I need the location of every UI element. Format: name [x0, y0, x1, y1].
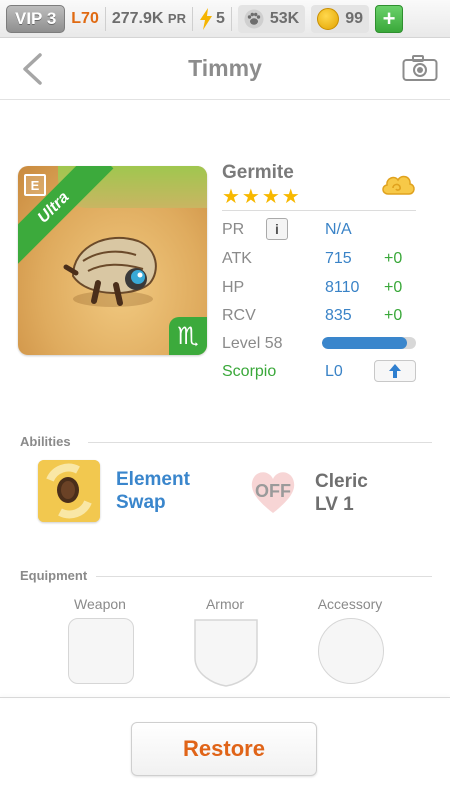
- accessory-slot[interactable]: [318, 618, 384, 684]
- coin-counter[interactable]: 99: [311, 4, 370, 33]
- divider: [230, 6, 232, 31]
- restore-button[interactable]: Restore: [131, 722, 317, 776]
- player-level: L70: [71, 9, 99, 27]
- armor-slot[interactable]: [193, 618, 259, 688]
- vip-badge[interactable]: VIP 3: [6, 4, 66, 33]
- paw-icon: [244, 9, 264, 28]
- rcv-row: RCV 835 +0: [222, 307, 402, 325]
- weapon-label: Weapon: [74, 596, 126, 612]
- coin-icon: [317, 7, 340, 30]
- monster-image: [63, 236, 157, 307]
- off-label: OFF: [255, 480, 291, 501]
- zodiac-name: Scorpio: [222, 363, 277, 380]
- monster-name: Germite: [222, 162, 294, 183]
- arrow-up-icon: [389, 364, 401, 378]
- pr-value: 277.9K: [111, 9, 164, 27]
- armor-label: Armor: [205, 596, 245, 612]
- add-currency-button[interactable]: +: [375, 4, 404, 33]
- level-label: Level 58: [222, 335, 283, 352]
- ability-level: LV 1: [315, 494, 354, 515]
- zodiac-upgrade-button[interactable]: [374, 360, 416, 382]
- element-cloud-icon: [382, 175, 415, 195]
- divider: [222, 210, 416, 211]
- divider: [104, 6, 106, 31]
- pr-label: PR: [222, 221, 245, 238]
- divider: [96, 576, 432, 577]
- cleric-ability-icon[interactable]: OFF: [244, 460, 302, 522]
- element-swap-icon[interactable]: [38, 460, 100, 522]
- hp-row: HP 8110 +0: [222, 279, 402, 297]
- level-progress-bar: [322, 337, 416, 349]
- divider: [0, 697, 450, 698]
- level-row: Level 58: [222, 335, 283, 353]
- ability-cleric[interactable]: Cleric LV 1: [315, 470, 368, 516]
- pr-row: PR i N/A: [222, 218, 352, 240]
- info-button[interactable]: i: [266, 218, 288, 240]
- energy-value: 5: [215, 9, 225, 27]
- ability-name-line2: Swap: [116, 492, 166, 513]
- atk-row: ATK 715 +0: [222, 250, 402, 268]
- hp-label: HP: [222, 279, 245, 296]
- camera-icon[interactable]: [402, 54, 438, 82]
- ability-name: Cleric: [315, 471, 368, 492]
- lightning-icon: [199, 7, 212, 30]
- scorpio-icon: ♏: [169, 317, 207, 355]
- paw-value: 53K: [269, 9, 300, 27]
- player-pr: 277.9K PR: [112, 10, 186, 28]
- rcv-label: RCV: [222, 307, 256, 324]
- energy-counter[interactable]: 5: [199, 7, 225, 30]
- rcv-value: 835: [325, 307, 352, 324]
- swap-icon: [38, 460, 100, 522]
- rcv-bonus: +0: [384, 307, 403, 324]
- atk-label: ATK: [222, 250, 252, 267]
- hp-bonus: +0: [384, 279, 403, 296]
- paw-counter[interactable]: 53K: [237, 4, 306, 33]
- equipment-heading: Equipment: [20, 568, 88, 583]
- status-bar: VIP 3 L70 277.9K PR 5 53K 99 +: [0, 0, 450, 38]
- weapon-slot[interactable]: [68, 618, 134, 684]
- coin-value: 99: [345, 9, 364, 27]
- zodiac-level: L0: [325, 363, 343, 380]
- abilities-heading: Abilities: [20, 434, 71, 449]
- ability-name-line1: Element: [116, 469, 190, 490]
- monster-portrait[interactable]: Ultra E ♏: [18, 166, 207, 355]
- page-header: Timmy: [0, 38, 450, 100]
- atk-value: 715: [325, 250, 352, 267]
- accessory-label: Accessory: [317, 596, 383, 612]
- divider: [88, 442, 432, 443]
- zodiac-row: Scorpio L0: [222, 363, 343, 381]
- star-rating: ★★★★: [222, 186, 302, 208]
- document-icon[interactable]: E: [24, 174, 46, 196]
- page-title: Timmy: [188, 55, 262, 81]
- level-progress-fill: [322, 337, 407, 349]
- ability-element-swap[interactable]: Element Swap: [116, 468, 190, 514]
- hp-value: 8110: [325, 279, 360, 296]
- pr-value: N/A: [325, 221, 352, 238]
- atk-bonus: +0: [384, 250, 403, 267]
- divider: [191, 6, 193, 31]
- pr-unit: PR: [167, 10, 186, 26]
- back-icon[interactable]: [18, 52, 48, 86]
